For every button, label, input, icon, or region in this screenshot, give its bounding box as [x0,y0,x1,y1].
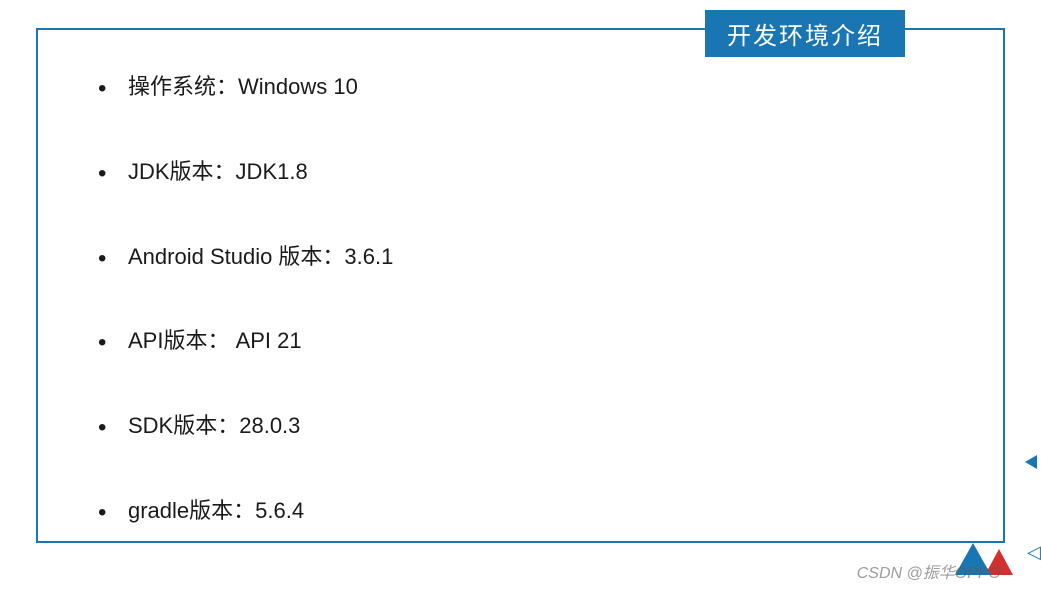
list-item: 操作系统：Windows 10 [98,72,963,103]
list-item: Android Studio 版本：3.6.1 [98,242,963,273]
arrow-outline-icon: ◁ [1027,542,1041,563]
slide-frame: 开发环境介绍 操作系统：Windows 10 JDK版本：JDK1.8 Andr… [36,28,1005,543]
environment-list: 操作系统：Windows 10 JDK版本：JDK1.8 Android Stu… [98,60,963,527]
arrow-left-icon [1025,455,1037,469]
section-title-badge: 开发环境介绍 [705,10,905,57]
list-item: gradle版本：5.6.4 [98,496,963,527]
watermark-text: CSDN @振华OPPO [857,559,1001,583]
list-item: API版本： API 21 [98,326,963,357]
list-item: JDK版本：JDK1.8 [98,157,963,188]
list-item: SDK版本：28.0.3 [98,411,963,442]
